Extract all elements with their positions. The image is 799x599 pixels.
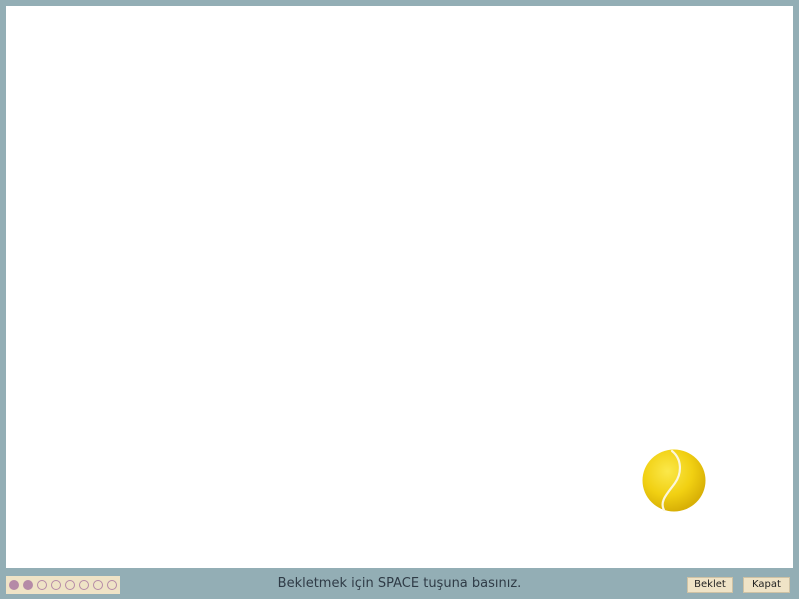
progress-dot bbox=[93, 580, 103, 590]
activity-stage bbox=[6, 6, 793, 568]
progress-indicator bbox=[6, 576, 120, 594]
close-button[interactable]: Kapat bbox=[743, 577, 790, 593]
progress-dot bbox=[65, 580, 75, 590]
progress-dot bbox=[23, 580, 33, 590]
footer-bar: Bekletmek için SPACE tuşuna basınız. Bek… bbox=[0, 568, 799, 599]
pause-button[interactable]: Beklet bbox=[687, 577, 733, 593]
progress-dot bbox=[107, 580, 117, 590]
progress-dot bbox=[37, 580, 47, 590]
tennis-ball-icon[interactable] bbox=[642, 449, 706, 512]
progress-dot bbox=[79, 580, 89, 590]
progress-dot bbox=[51, 580, 61, 590]
progress-dot bbox=[9, 580, 19, 590]
